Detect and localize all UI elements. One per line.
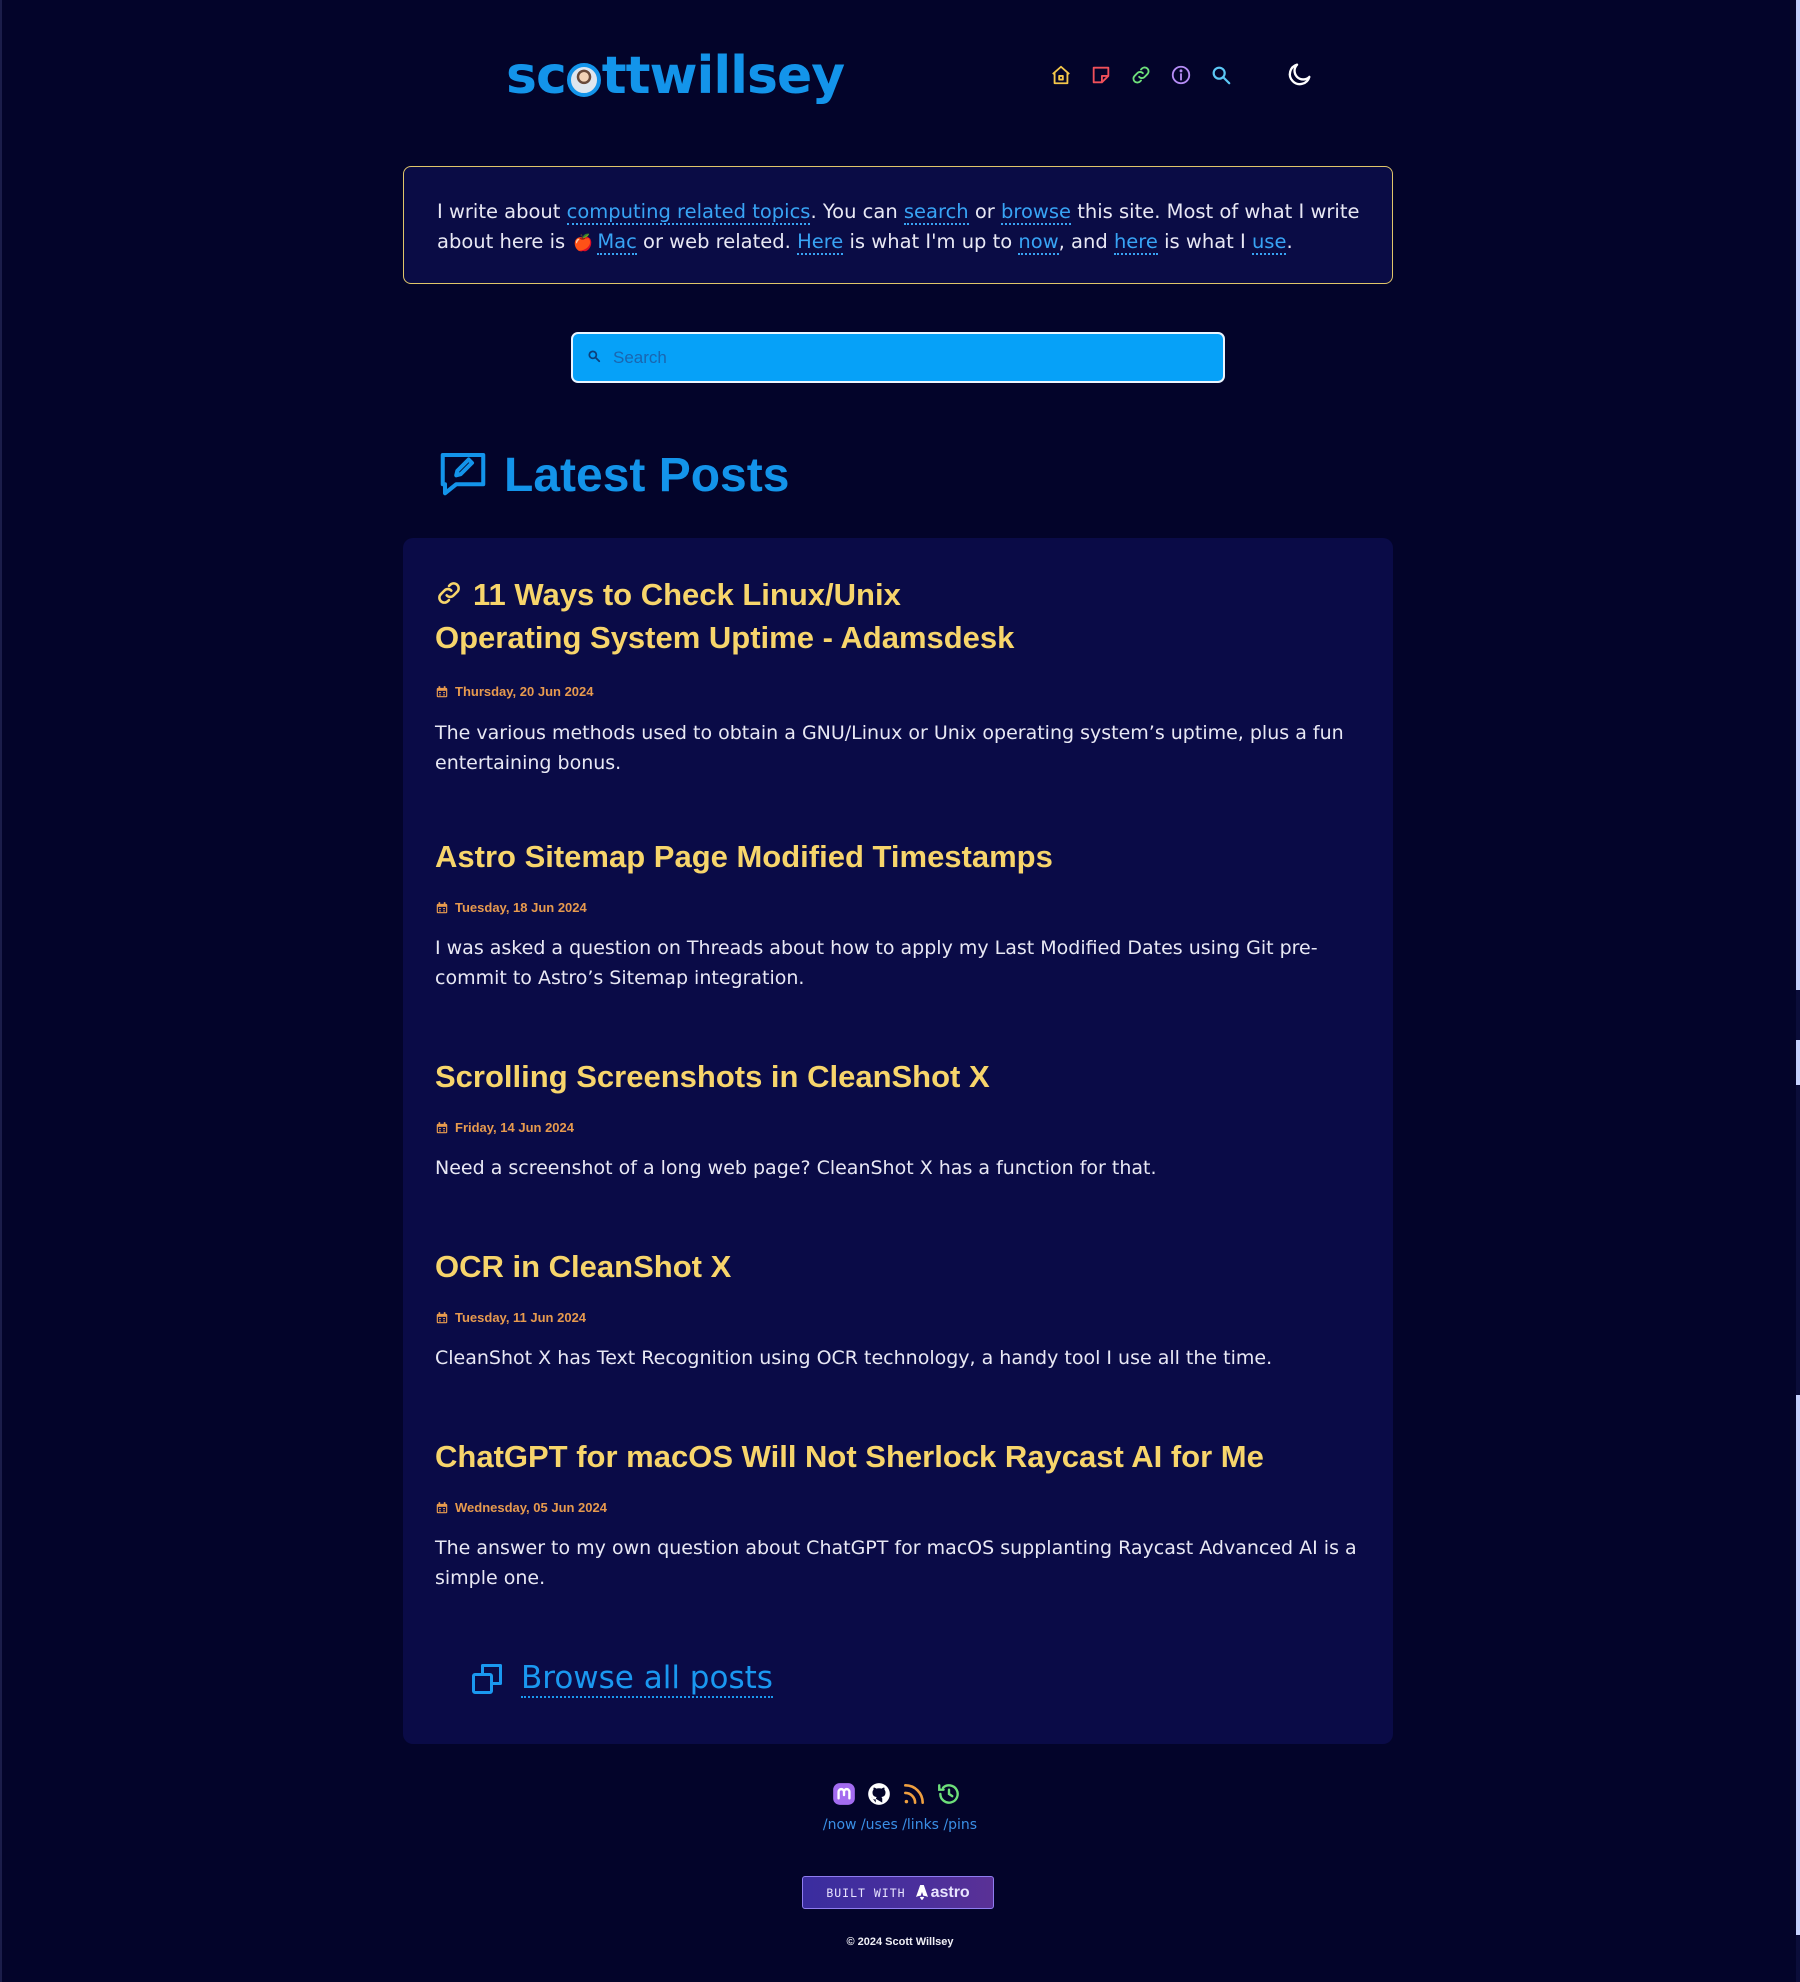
astro-logo: astro [915,1883,970,1902]
moon-icon[interactable] [1286,60,1316,90]
calendar-icon [436,1501,448,1513]
calendar-icon [436,901,448,913]
footer-link-links[interactable]: /links [902,1817,939,1833]
scrollbar-segment [1796,1040,1800,1085]
intro-box: I write about computing related topics. … [403,166,1393,284]
post-item: ChatGPT for macOS Will Not Sherlock Rayc… [435,1436,1357,1589]
calendar-icon [436,685,448,697]
footer-link-uses[interactable]: /uses [861,1817,898,1833]
search-input[interactable] [613,347,1173,368]
copy-icon [472,1664,502,1694]
post-excerpt: The various methods used to obtain a GNU… [435,722,1344,774]
main-nav [1048,62,1234,88]
post-title-line: Operating System Uptime - Adamsdesk [435,620,1015,655]
site-logo[interactable]: sc ttwillsey [506,46,845,106]
post-date: Thursday, 20 Jun 2024 [435,684,594,699]
search-bar[interactable] [571,332,1225,383]
page-title: Latest Posts [504,448,790,502]
post-date: Friday, 14 Jun 2024 [435,1120,574,1135]
calendar-icon [436,1311,448,1323]
window-left-edge [0,0,2,1982]
site-header: sc ttwillsey [0,40,1800,112]
link-icon [435,576,463,617]
notes-icon[interactable] [1088,62,1114,88]
scrollbar-segment [1796,1395,1800,1935]
post-item: OCR in CleanShot X Tuesday, 11 Jun 2024 … [435,1246,1355,1369]
browse-all-posts-link[interactable]: Browse all posts [469,1660,773,1698]
mastodon-icon[interactable] [830,1780,858,1808]
intro-text: or [968,200,1002,223]
post-title-link[interactable]: 11 Ways to Check Linux/Unix Operating Sys… [435,574,1355,658]
post-date: Tuesday, 18 Jun 2024 [435,900,587,915]
astro-label: astro [930,1883,970,1901]
post-title-link[interactable]: OCR in CleanShot X [435,1246,1355,1287]
link-browse[interactable]: browse [1001,200,1072,225]
link-here-uses[interactable]: here [1113,230,1158,255]
intro-text: . [1286,230,1293,253]
post-title-line: 11 Ways to Check Linux/Unix [473,577,901,612]
intro-text: or web related. [636,230,798,253]
search-icon[interactable] [1208,62,1234,88]
post-excerpt: CleanShot X has Text Recognition using O… [435,1347,1273,1369]
logo-prefix: sc [506,46,567,106]
built-with-astro-badge[interactable]: BUILT WITH astro [802,1876,994,1909]
intro-text: I write about [437,200,567,223]
link-computing-topics[interactable]: computing related topics [566,200,811,225]
link-icon[interactable] [1128,62,1154,88]
post-excerpt: Need a screenshot of a long web page? Cl… [435,1157,1157,1179]
calendar-icon [436,1121,448,1133]
link-search[interactable]: search [903,200,969,225]
intro-text: , and [1058,230,1114,253]
copyright: © 2024 Scott Willsey [846,1936,954,1948]
search-input-icon [587,348,601,367]
post-title-link[interactable]: ChatGPT for macOS Will Not Sherlock Rayc… [435,1436,1355,1477]
post-title-link[interactable]: Scrolling Screenshots in CleanShot X [435,1056,1355,1097]
scrollbar-thumb[interactable] [1796,0,1800,990]
post-excerpt: The answer to my own question about Chat… [435,1537,1357,1589]
clock-icon[interactable] [935,1780,963,1808]
astro-icon [915,1885,928,1900]
link-now[interactable]: now [1018,230,1059,255]
post-date: Tuesday, 11 Jun 2024 [435,1310,586,1325]
avatar [566,63,601,97]
posts-card: 11 Ways to Check Linux/Unix Operating Sys… [403,538,1393,1744]
home-icon[interactable] [1048,62,1074,88]
post-date-text: Tuesday, 11 Jun 2024 [455,1310,587,1325]
rss-icon[interactable] [900,1780,928,1808]
footer-links: /now /uses /links /pins [0,1817,1800,1833]
built-with-label: BUILT WITH [826,1885,906,1900]
intro-text: . You can [810,200,904,223]
post-item: Scrolling Screenshots in CleanShot X Fri… [435,1056,1355,1179]
footer-link-pins[interactable]: /pins [943,1817,977,1833]
post-item: Astro Sitemap Page Modified Timestamps T… [435,836,1355,989]
footer-link-now[interactable]: /now [823,1817,857,1833]
apple-icon: 🍎 [573,233,594,252]
post-excerpt: I was asked a question on Threads about … [435,937,1318,989]
logo-suffix: ttwillsey [601,46,845,106]
link-mac[interactable]: Mac [597,230,637,255]
post-date-text: Friday, 14 Jun 2024 [455,1120,574,1135]
link-here-now[interactable]: Here [797,230,844,255]
post-item: 11 Ways to Check Linux/Unix Operating Sys… [435,574,1355,774]
post-date: Wednesday, 05 Jun 2024 [435,1500,607,1515]
post-date-text: Tuesday, 18 Jun 2024 [455,900,587,915]
browse-all-label: Browse all posts [521,1660,773,1698]
link-use[interactable]: use [1251,230,1287,255]
info-icon[interactable] [1168,62,1194,88]
chat-edit-icon [436,446,490,504]
github-icon[interactable] [865,1780,893,1808]
scrollbar[interactable] [1796,0,1800,1982]
post-title-link[interactable]: Astro Sitemap Page Modified Timestamps [435,836,1355,877]
post-date-text: Thursday, 20 Jun 2024 [455,684,594,699]
intro-text: is what I'm up to [843,230,1019,253]
intro-text: is what I [1157,230,1252,253]
post-date-text: Wednesday, 05 Jun 2024 [455,1500,607,1515]
social-links [830,1780,963,1808]
latest-posts-header: Latest Posts [436,446,789,504]
